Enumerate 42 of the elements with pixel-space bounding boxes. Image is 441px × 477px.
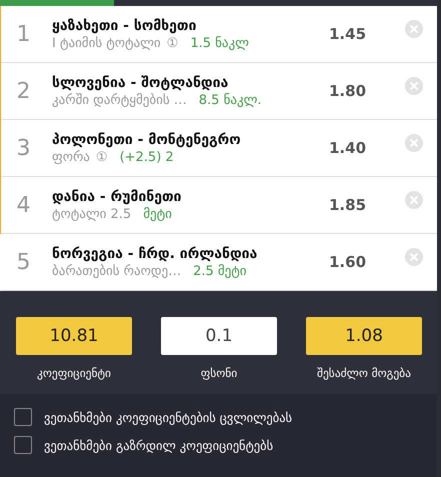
odds-value: 1.85 — [329, 196, 368, 214]
close-icon[interactable] — [405, 191, 423, 209]
checkbox-label: ვეთანხმები კოეფიციენტების ცვლილებას — [44, 410, 292, 424]
info-icon: ① — [96, 150, 108, 164]
pick-label: 8.5 ნაკლ. — [198, 92, 262, 108]
match-name: ყაზახეთი - სომხეთი — [52, 18, 198, 34]
info-icon: ① — [166, 36, 178, 50]
close-icon[interactable] — [405, 20, 423, 38]
market-name: ბარათების რაოდე… — [52, 264, 182, 278]
market-name: I ტაიმის ტოტალი — [52, 36, 161, 50]
summary-label: ფსონი — [200, 366, 238, 380]
close-icon[interactable] — [405, 77, 423, 95]
close-icon[interactable] — [405, 134, 423, 152]
odds-value: 1.45 — [329, 25, 368, 43]
summary-label: შესაძლო მოგება — [317, 366, 411, 380]
market-name: ტოტალი 2.5 — [52, 206, 132, 222]
market-name: ფორა — [52, 150, 90, 164]
close-icon[interactable] — [405, 248, 423, 266]
odds-value: 1.40 — [329, 139, 368, 157]
match-name: პოლონეთი - მონტენეგრო — [52, 132, 242, 148]
stake-input[interactable]: 0.1 — [161, 317, 277, 355]
checkbox[interactable] — [14, 408, 32, 426]
bet-number: 5 — [16, 250, 32, 274]
match-name: სლოვენია - შოტლანდია — [52, 74, 230, 90]
bet-number: 3 — [16, 136, 32, 160]
value-display: 1.08 — [306, 317, 422, 355]
pick-label: (+2.5) 2 — [120, 150, 174, 164]
summary-label: კოეფიციენტი — [36, 366, 112, 380]
checkbox-label: ვეთანხმები გაზრდილ კოეფიციენტებს — [44, 438, 274, 452]
pick-label: 2.5 მეტი — [193, 264, 247, 278]
match-name: ნორვეგია - ჩრდ. ირლანდია — [52, 246, 258, 262]
odds-value: 1.60 — [329, 253, 368, 271]
market-name: კარში დარტყმების … — [52, 92, 187, 108]
bet-number: 2 — [16, 78, 32, 104]
pick-label: მეტი — [143, 206, 172, 222]
bet-number: 4 — [16, 192, 32, 218]
checkbox[interactable] — [14, 436, 32, 454]
match-name: დანია - რუმინეთი — [52, 188, 182, 204]
value-display: 10.81 — [16, 317, 132, 355]
odds-value: 1.80 — [329, 82, 368, 100]
pick-label: 1.5 ნაკლ — [190, 36, 249, 50]
bet-number: 1 — [16, 22, 32, 46]
